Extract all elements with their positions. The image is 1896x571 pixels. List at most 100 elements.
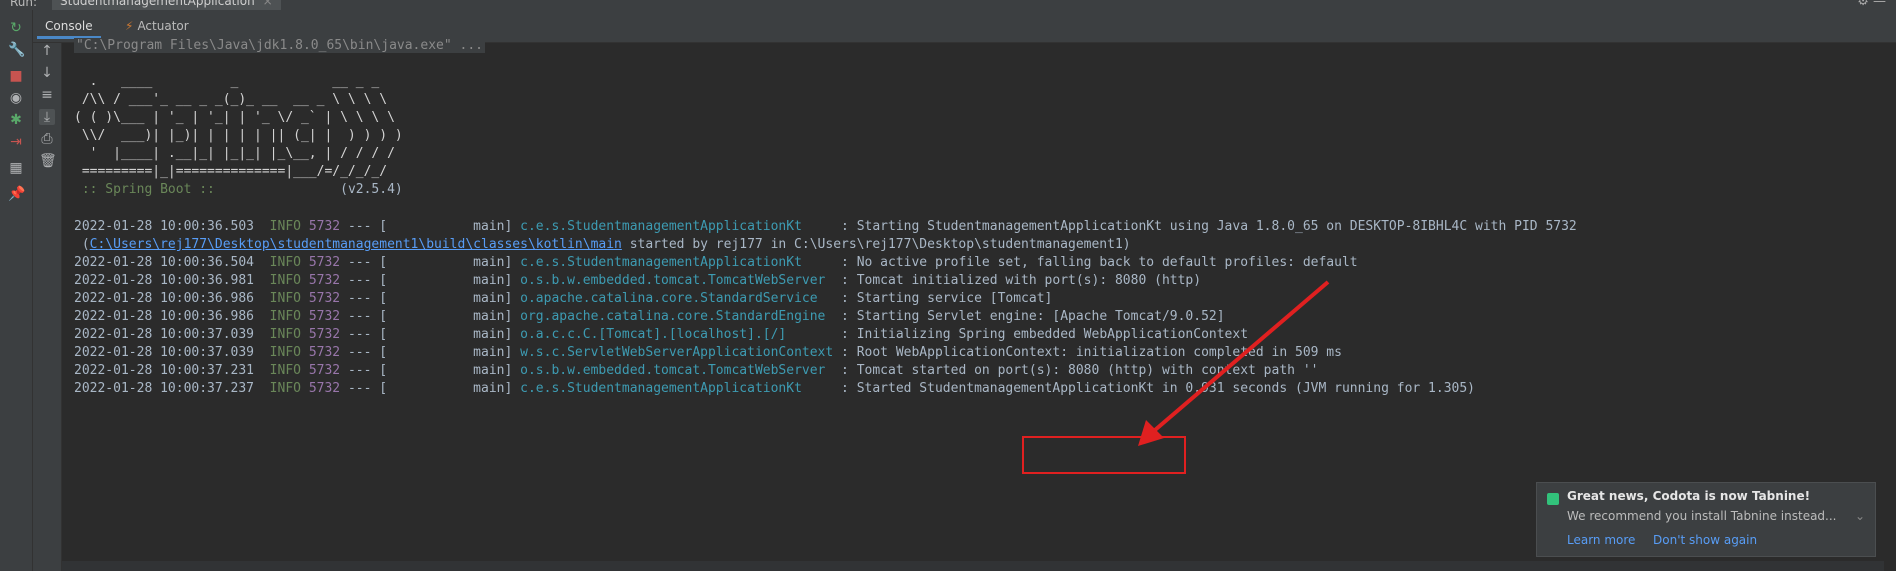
log-level: INFO — [269, 255, 301, 270]
print-icon[interactable]: ⎙ — [39, 131, 55, 147]
log-message: : Starting StudentmanagementApplicationK… — [833, 219, 1577, 234]
log-level: INFO — [269, 219, 301, 234]
tabnine-icon — [1547, 493, 1559, 505]
log-message: : Started StudentmanagementApplicationKt… — [833, 381, 1476, 396]
log-line: 2022-01-28 10:00:36.981 INFO 5732 --- [ … — [74, 272, 1201, 290]
rerun-icon[interactable]: ↻ — [8, 20, 24, 36]
gear-icon[interactable]: ⚙ — — [1857, 0, 1886, 9]
log-message: : Tomcat initialized with port(s): 8080 … — [833, 273, 1202, 288]
log-timestamp: 2022-01-28 10:00:36.981 — [74, 273, 255, 288]
log-pid: 5732 — [308, 219, 341, 234]
layout-icon[interactable]: ▦ — [8, 160, 24, 176]
log-message: : Tomcat started on port(s): 8080 (http)… — [833, 363, 1319, 378]
run-config-tab-label: StudentmanagementApplication — [60, 0, 255, 8]
log-logger: o.s.b.w.embedded.tomcat.TomcatWebServer — [520, 363, 834, 378]
paren: ( — [74, 237, 90, 252]
log-continuation-text: started by rej177 in C:\Users\rej177\Des… — [621, 237, 1131, 252]
stop-icon[interactable]: ■ — [8, 68, 24, 84]
log-logger: c.e.s.StudentmanagementApplicationKt — [520, 381, 834, 396]
java-command: "C:\Program Files\Java\jdk1.8.0_65\bin\j… — [74, 38, 485, 53]
tab-actuator-label: Actuator — [137, 19, 189, 33]
tab-console-label: Console — [45, 19, 93, 33]
actuator-icon: ⚡ — [125, 19, 134, 33]
banner-line: . ____ _ __ _ _ — [74, 74, 380, 89]
log-logger: w.s.c.ServletWebServerApplicationContext — [520, 345, 834, 360]
soft-wrap-icon[interactable]: ≡ — [39, 87, 55, 103]
vertical-scrollbar[interactable] — [1884, 43, 1896, 571]
log-thread: --- [ main] — [340, 363, 521, 378]
run-config-tab[interactable]: StudentmanagementApplication × — [52, 0, 281, 10]
spring-boot-version-line: :: Spring Boot :: (v2.5.4) — [74, 181, 403, 199]
log-line: 2022-01-28 10:00:36.503 INFO 5732 --- [ … — [74, 218, 1577, 236]
tab-actuator[interactable]: ⚡ Actuator — [117, 16, 197, 36]
log-thread: --- [ main] — [340, 219, 521, 234]
log-level: INFO — [269, 381, 301, 396]
scroll-to-end-icon[interactable]: ⤓ — [39, 109, 55, 125]
log-thread: --- [ main] — [340, 345, 521, 360]
close-icon[interactable]: × — [263, 0, 273, 8]
log-thread: --- [ main] — [340, 327, 521, 342]
log-line: 2022-01-28 10:00:37.039 INFO 5732 --- [ … — [74, 326, 1248, 344]
log-timestamp: 2022-01-28 10:00:36.504 — [74, 255, 255, 270]
log-logger: c.e.s.StudentmanagementApplicationKt — [520, 255, 834, 270]
arrow-up-icon[interactable]: ↑ — [39, 43, 55, 59]
debug-icon[interactable]: ✱ — [8, 112, 24, 128]
log-message: : No active profile set, falling back to… — [833, 255, 1358, 270]
log-continuation: (C:\Users\rej177\Desktop\studentmanageme… — [74, 236, 1131, 254]
log-level: INFO — [269, 363, 301, 378]
run-label: Run: — [10, 0, 38, 9]
notification-title: Great news, Codota is now Tabnine! — [1567, 489, 1811, 503]
log-line: 2022-01-28 10:00:36.986 INFO 5732 --- [ … — [74, 308, 1225, 326]
highlight-box — [1022, 436, 1186, 474]
classpath-link[interactable]: C:\Users\rej177\Desktop\studentmanagemen… — [90, 237, 622, 252]
spring-boot-version: (v2.5.4) — [222, 182, 403, 197]
camera-icon[interactable]: ◉ — [8, 90, 24, 106]
log-pid: 5732 — [308, 255, 341, 270]
spring-boot-label: :: Spring Boot :: — [74, 182, 223, 197]
banner-line: \\/ ___)| |_)| | | | | || (_| | ) ) ) ) — [74, 128, 403, 143]
run-toolbar: Run: StudentmanagementApplication × ⚙ — — [0, 0, 1896, 10]
log-thread: --- [ main] — [340, 309, 521, 324]
log-line: 2022-01-28 10:00:36.986 INFO 5732 --- [ … — [74, 290, 1052, 308]
log-line: 2022-01-28 10:00:37.237 INFO 5732 --- [ … — [74, 380, 1475, 398]
log-logger: o.s.b.w.embedded.tomcat.TomcatWebServer — [520, 273, 834, 288]
trash-icon[interactable]: 🗑 — [39, 153, 57, 169]
command-line: "C:\Program Files\Java\jdk1.8.0_65\bin\j… — [74, 37, 485, 55]
log-logger: o.a.c.c.C.[Tomcat].[localhost].[/] — [520, 327, 834, 342]
log-timestamp: 2022-01-28 10:00:37.039 — [74, 345, 255, 360]
exit-icon[interactable]: ⇥ — [8, 134, 24, 150]
log-level: INFO — [269, 291, 301, 306]
log-level: INFO — [269, 345, 301, 360]
tab-console[interactable]: Console — [37, 16, 101, 39]
log-thread: --- [ main] — [340, 381, 521, 396]
run-side-toolbar: ↻ 🔧 ■ ◉ ✱ ⇥ ▦ 📌 — [0, 10, 33, 571]
log-timestamp: 2022-01-28 10:00:36.986 — [74, 309, 255, 324]
log-thread: --- [ main] — [340, 273, 521, 288]
horizontal-scrollbar[interactable] — [62, 561, 1884, 571]
pin-icon[interactable]: 📌 — [8, 186, 25, 202]
log-message: : Root WebApplicationContext: initializa… — [833, 345, 1342, 360]
log-logger: c.e.s.StudentmanagementApplicationKt — [520, 219, 834, 234]
dont-show-again-link[interactable]: Don't show again — [1653, 533, 1757, 547]
log-pid: 5732 — [308, 291, 341, 306]
log-thread: --- [ main] — [340, 255, 521, 270]
log-timestamp: 2022-01-28 10:00:37.039 — [74, 327, 255, 342]
log-logger: org.apache.catalina.core.StandardEngine — [520, 309, 834, 324]
log-timestamp: 2022-01-28 10:00:36.503 — [74, 219, 255, 234]
log-line: 2022-01-28 10:00:37.039 INFO 5732 --- [ … — [74, 344, 1342, 362]
log-level: INFO — [269, 327, 301, 342]
wrench-icon[interactable]: 🔧 — [8, 42, 25, 58]
log-level: INFO — [269, 273, 301, 288]
log-timestamp: 2022-01-28 10:00:36.986 — [74, 291, 255, 306]
chevron-down-icon[interactable]: ⌄ — [1855, 509, 1865, 523]
log-message: : Initializing Spring embedded WebApplic… — [833, 327, 1249, 342]
arrow-down-icon[interactable]: ↓ — [39, 65, 55, 81]
log-pid: 5732 — [308, 363, 341, 378]
log-line: 2022-01-28 10:00:36.504 INFO 5732 --- [ … — [74, 254, 1358, 272]
log-thread: --- [ main] — [340, 291, 521, 306]
log-pid: 5732 — [308, 273, 341, 288]
log-timestamp: 2022-01-28 10:00:37.231 — [74, 363, 255, 378]
learn-more-link[interactable]: Learn more — [1567, 533, 1635, 547]
log-pid: 5732 — [308, 327, 341, 342]
console-toolbar: ↑ ↓ ≡ ⤓ ⎙ 🗑 — [33, 43, 62, 571]
